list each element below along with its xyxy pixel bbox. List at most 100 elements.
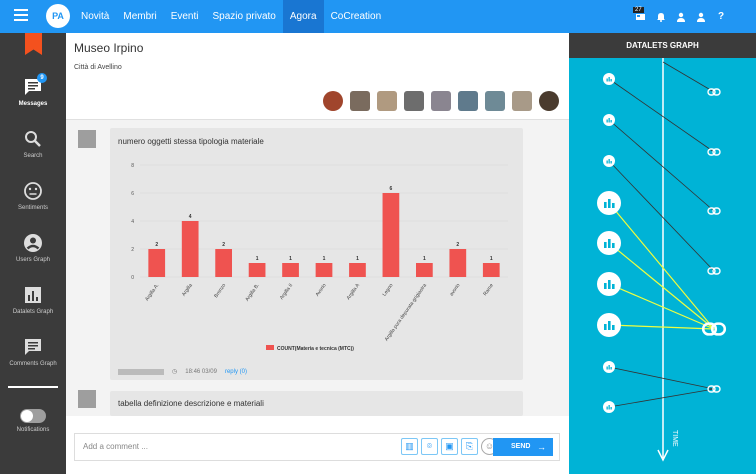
datalet-node	[597, 191, 621, 215]
menu-icon[interactable]	[14, 9, 28, 23]
bar-chart-icon	[612, 203, 615, 208]
bar-chart-icon	[604, 242, 607, 248]
main-nav: Novità Membri Eventi Spazio privato Agor…	[74, 0, 388, 33]
highlight-edge	[608, 324, 715, 330]
chart-bar	[148, 249, 166, 277]
person-icon[interactable]	[676, 12, 686, 22]
data-label: 1	[423, 256, 426, 262]
bar-chart-icon	[606, 160, 608, 164]
chart-bar	[215, 249, 232, 277]
nav-spazio-privato[interactable]: Spazio privato	[206, 0, 283, 33]
x-tick-label: Argilla II	[279, 283, 294, 301]
nav-eventi[interactable]: Eventi	[164, 0, 206, 33]
message-feed: numero oggetti stessa tipologia material…	[66, 120, 569, 416]
avatar[interactable]	[350, 91, 370, 111]
chart-icon[interactable]: ▥	[401, 438, 418, 455]
x-tick-label: Argilla B.	[244, 283, 260, 303]
x-tick-label: Argilla	[181, 283, 194, 298]
edge-line	[608, 160, 715, 272]
chart-bar	[482, 263, 500, 277]
sidebar-item-datalets-graph[interactable]: Datalets Graph	[0, 285, 66, 315]
panel-title: DATALETS GRAPH	[569, 33, 756, 58]
help-icon[interactable]: ?	[716, 11, 726, 22]
sidebar-item-label: Messages	[18, 101, 48, 107]
y-tick-label: 6	[131, 191, 134, 197]
bookmark-icon[interactable]	[25, 33, 42, 55]
data-label: 1	[256, 256, 259, 262]
arrow-right-icon: →	[537, 442, 546, 452]
bar-chart-icon	[612, 243, 615, 248]
time-axis-label: TIME	[671, 430, 678, 447]
legend-swatch	[266, 345, 274, 350]
avatar[interactable]	[539, 91, 559, 111]
sidebar-item-sentiments[interactable]: Sentiments	[0, 181, 66, 211]
attachment-icon[interactable]: ⎘	[461, 438, 478, 455]
send-button[interactable]: SEND →	[493, 438, 553, 456]
bar-chart-icon	[610, 407, 612, 410]
x-tick-label: avorio	[449, 283, 462, 298]
bar-chart-icon	[608, 118, 610, 123]
avatar[interactable]	[431, 91, 451, 111]
avatar[interactable]	[485, 91, 505, 111]
edge-line	[608, 119, 715, 212]
app-logo[interactable]: PA	[46, 4, 70, 28]
sentiment-icon	[23, 181, 43, 201]
datalet-node	[597, 313, 621, 337]
nav-novita[interactable]: Novità	[74, 0, 116, 33]
avatar[interactable]	[78, 390, 96, 408]
sidebar-item-messages[interactable]: 9 Messages	[0, 73, 66, 107]
x-tick-label: Bronzo	[213, 283, 227, 300]
bar-chart-icon	[608, 405, 610, 410]
avatar[interactable]	[404, 91, 424, 111]
top-bar: PA Novità Membri Eventi Spazio privato A…	[0, 0, 756, 33]
chart-bar	[282, 263, 299, 277]
post-card: tabella definizione descrizione e materi…	[110, 391, 523, 416]
composer-tools: ▥ ⌾ ▣ ⎘ ☺	[401, 438, 498, 455]
image-icon[interactable]: ▣	[441, 438, 458, 455]
chart-bar	[349, 263, 366, 277]
datalet-node	[597, 231, 621, 255]
avatar[interactable]	[377, 91, 397, 111]
bar-chart-icon	[608, 239, 611, 248]
data-label: 1	[490, 256, 493, 262]
avatar[interactable]	[323, 91, 343, 111]
sidebar-item-comments-graph[interactable]: Comments Graph	[0, 337, 66, 367]
data-label: 1	[289, 256, 292, 262]
notifications-toggle[interactable]	[20, 409, 46, 423]
nav-membri[interactable]: Membri	[116, 0, 163, 33]
bar-chart-icon	[604, 324, 607, 330]
messages-badge: 9	[37, 73, 47, 83]
bar-chart-icon	[608, 280, 611, 289]
y-tick-label: 4	[131, 219, 134, 225]
x-tick-label: Argilla A	[346, 282, 362, 301]
bar-chart-icon	[604, 283, 607, 289]
data-label: 4	[189, 214, 192, 220]
bar-chart-icon	[606, 119, 608, 123]
reply-link[interactable]: reply (0)	[225, 369, 247, 375]
map-pin-icon[interactable]: ⌾	[421, 438, 438, 455]
language-icon[interactable]	[636, 12, 646, 22]
y-tick-label: 0	[131, 275, 134, 281]
messages-icon: 9	[23, 73, 47, 97]
data-label: 1	[323, 256, 326, 262]
bar-chart-icon	[608, 365, 610, 370]
nav-cocreation[interactable]: CoCreation	[324, 0, 389, 33]
data-label: 2	[155, 242, 158, 248]
comment-input[interactable]: Add a comment ...	[83, 442, 148, 451]
page-title: Museo Irpino	[74, 41, 144, 55]
avatar[interactable]	[78, 130, 96, 148]
sidebar-item-search[interactable]: Search	[0, 129, 66, 159]
avatar[interactable]	[458, 91, 478, 111]
person-icon[interactable]	[696, 12, 706, 22]
sidebar-item-users-graph[interactable]: Users Graph	[0, 233, 66, 263]
datalet-node	[603, 155, 615, 167]
sidebar-item-notifications[interactable]: Notifications	[0, 409, 66, 433]
bar-chart-icon	[608, 321, 611, 330]
avatar[interactable]	[512, 91, 532, 111]
highlight-edge	[608, 202, 715, 330]
data-label: 2	[222, 242, 225, 248]
bell-icon[interactable]	[656, 12, 666, 22]
bar-chart-icon	[612, 325, 615, 330]
sidebar: 9 Messages Search Sentiments Users Graph…	[0, 33, 66, 474]
nav-agora[interactable]: Agora	[282, 0, 324, 33]
